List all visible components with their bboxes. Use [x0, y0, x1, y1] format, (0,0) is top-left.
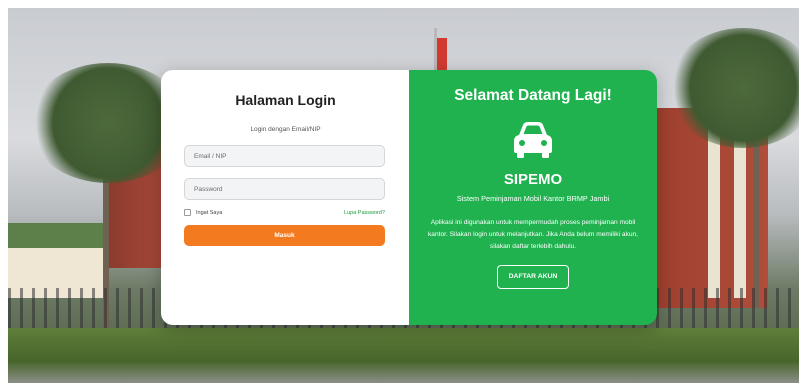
remember-checkbox[interactable]	[184, 209, 191, 216]
login-button[interactable]: Masuk	[184, 225, 385, 246]
login-subtitle: Login dengan Email/NIP	[250, 126, 321, 133]
password-field[interactable]	[184, 178, 385, 200]
login-title: Halaman Login	[235, 92, 336, 108]
login-card: Halaman Login Login dengan Email/NIP Ing…	[161, 70, 657, 325]
email-field[interactable]	[184, 145, 385, 167]
remember-label: Ingat Saya	[196, 209, 223, 216]
forgot-password-link[interactable]: Lupa Password?	[344, 210, 385, 216]
grass	[8, 328, 799, 383]
building-column	[708, 118, 720, 298]
login-options: Ingat Saya Lupa Password?	[184, 209, 385, 216]
app-name: SIPEMO	[503, 171, 563, 188]
register-button[interactable]: DAFTAR AKUN	[496, 265, 570, 289]
app-full-name: Sistem Peminjaman Mobil Kantor BRMP Jamb…	[456, 194, 610, 203]
welcome-heading: Selamat Datang Lagi!	[454, 87, 612, 104]
app-description: Aplikasi ini digunakan untuk mempermudah…	[428, 219, 639, 250]
welcome-panel: Selamat Datang Lagi! SIPEMO Sistem Pemin…	[409, 70, 657, 325]
car-icon	[509, 119, 557, 161]
remember-me[interactable]: Ingat Saya	[184, 209, 222, 216]
login-panel: Halaman Login Login dengan Email/NIP Ing…	[161, 70, 409, 325]
